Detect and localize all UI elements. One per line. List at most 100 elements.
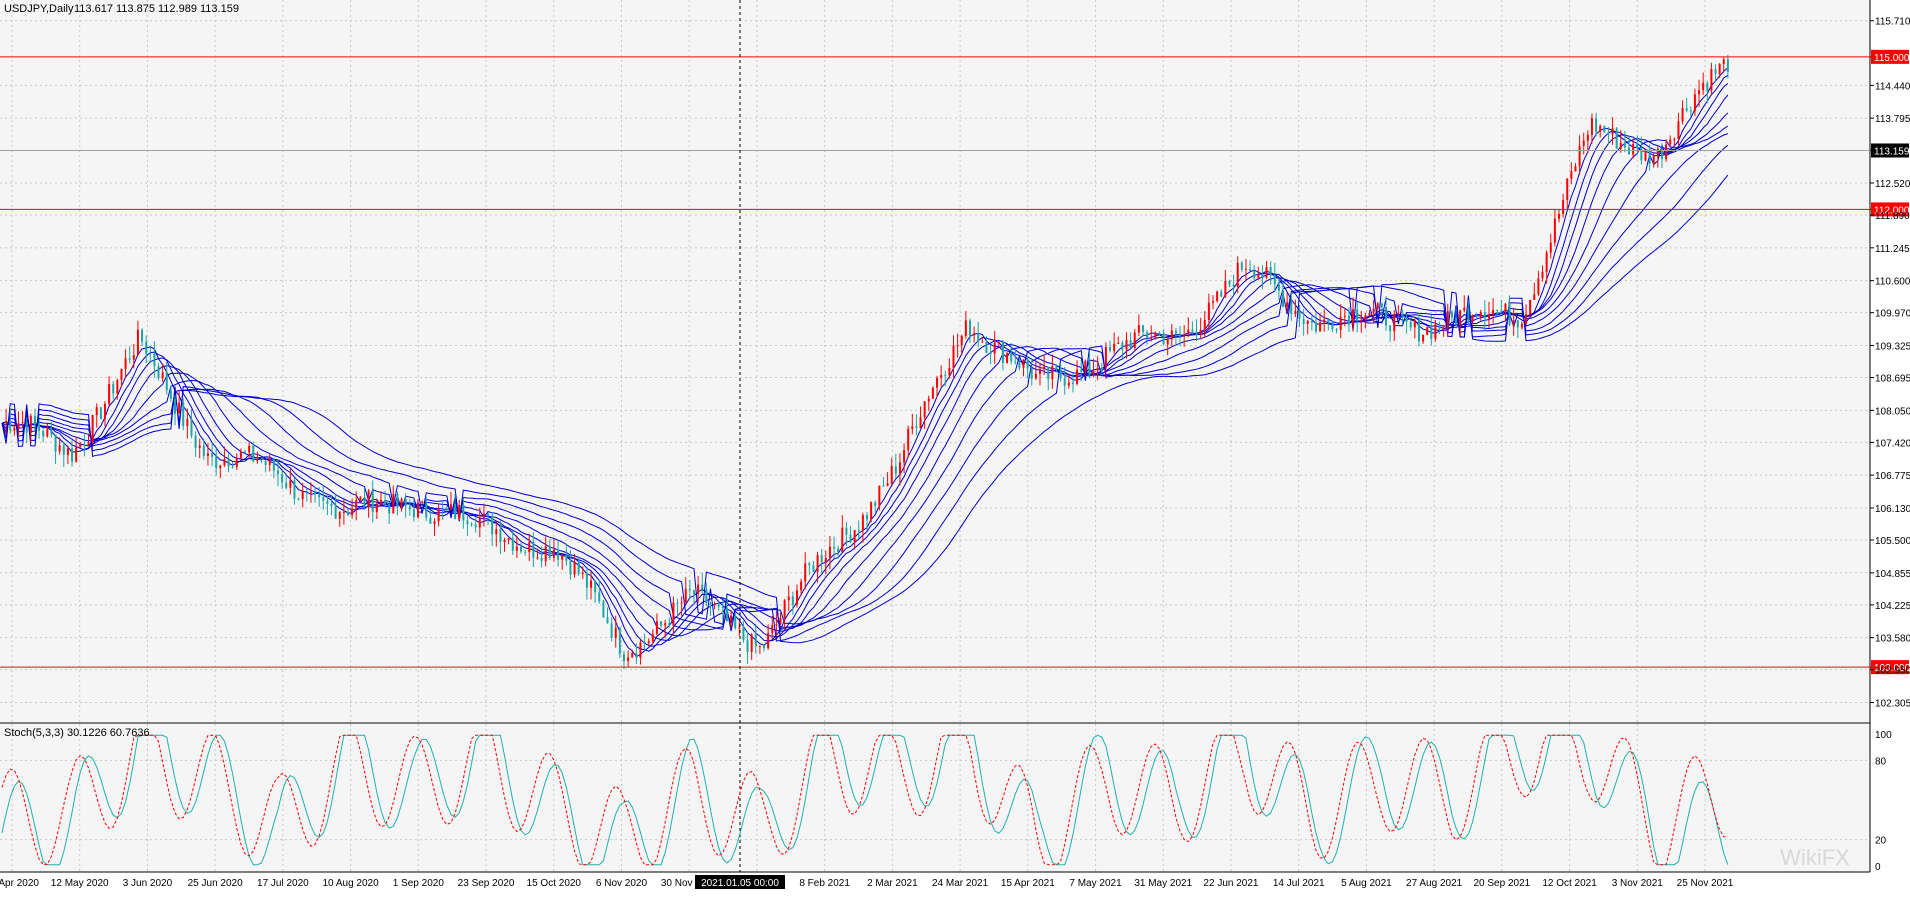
candle-body [25,422,28,433]
candle-body [1533,294,1536,300]
candle-body [1397,312,1400,315]
candle-body [1137,325,1140,333]
candle-body [128,358,131,360]
candle-body [874,502,877,507]
candle-body [936,377,939,388]
price-chart[interactable]: 115.710 115.000 114.440 113.795 113.159 112.5… [0,0,1910,892]
time-axis-label: 22 Jun 2021 [1203,878,1258,889]
candle-body [454,504,457,519]
candle-body [1623,142,1626,148]
candle-body [973,333,976,336]
candle-body [141,329,144,342]
candle-body [804,563,807,582]
chart-window[interactable]: 115.710 115.000 114.440 113.795 113.159 112.5… [0,0,1910,892]
candle-body [449,504,452,510]
candle-body [1187,329,1190,335]
candle-body [83,443,86,446]
candle-body [787,596,790,601]
candle-body [281,474,284,483]
candle-body [903,450,906,463]
candle-body [1599,125,1602,132]
candle-body [433,521,436,524]
candle-body [1471,315,1474,322]
candle-body [182,402,185,427]
candle-body [1282,290,1285,307]
candle-body [202,445,205,457]
candle-body [235,457,238,467]
time-axis-label: 3 Nov 2021 [1612,878,1664,889]
candle-body [322,497,325,501]
candle-body [1244,268,1247,270]
time-axis-label: 12 May 2020 [51,878,109,889]
candle-body [1718,63,1721,74]
candle-body [1648,149,1651,165]
candle-body [371,490,374,513]
candle-body [520,546,522,552]
price-axis-label: 112.520 [1875,179,1910,190]
candle-body [153,353,156,367]
candle-body [116,380,119,394]
time-axis-label: 20 Sep 2021 [1473,878,1530,889]
candle-body [231,466,234,468]
candle-body [655,621,658,634]
candle-body [161,372,164,379]
stoch-axis-label: 100 [1875,730,1892,741]
candle-body [1257,274,1260,278]
candle-body [824,557,827,563]
candle-body [828,546,831,558]
candle-body [169,390,172,399]
candle-body [890,466,893,484]
candle-body [1179,333,1182,337]
candle-body [458,504,461,519]
time-axis-label: 7 May 2021 [1069,878,1122,889]
candle-body [297,498,300,500]
candle-body [618,627,621,655]
candle-body [178,402,181,414]
candle-body [421,501,424,503]
candle-body [112,384,115,394]
candle-body [293,480,296,499]
candle-body [495,529,498,535]
candle-body [1150,337,1153,339]
candle-body [1722,59,1725,64]
candle-body [466,520,469,525]
candle-body [1158,332,1161,334]
candle-body [1113,343,1116,351]
candle-body [841,527,844,553]
candle-body [256,460,259,462]
candle-body [46,428,49,437]
candle-body [1364,315,1367,321]
candle-body [577,561,580,574]
candle-body [1055,366,1058,370]
time-axis-label: 15 Oct 2020 [527,878,582,889]
candle-body [1681,108,1684,122]
candle-body [767,633,770,649]
candle-body [1619,142,1622,149]
candle-body [1109,346,1112,351]
candle-body [441,508,444,510]
candle-body [1372,308,1375,313]
candle-body [412,509,415,518]
candle-body [1277,284,1280,291]
candle-body [379,500,382,505]
candle-body [631,653,634,658]
candle-body [404,498,407,507]
candle-body [791,596,794,605]
candle-body [1508,303,1511,325]
candle-body [585,572,588,588]
candle-body [1010,353,1013,362]
candle-body [363,497,366,507]
candle-body [491,515,494,535]
candle-body [977,333,980,342]
candle-body [536,557,539,559]
candle-body [342,511,345,513]
candle-body [1047,366,1050,380]
time-axis-label: 20 Apr 2020 [0,878,39,889]
candle-body [1669,139,1672,145]
candle-body [1026,359,1029,369]
candle-body [1409,321,1412,328]
candle-body [894,466,897,474]
candle-body [1496,309,1499,311]
candle-body [157,366,160,379]
price-axis-label: 104.855 [1875,569,1910,580]
